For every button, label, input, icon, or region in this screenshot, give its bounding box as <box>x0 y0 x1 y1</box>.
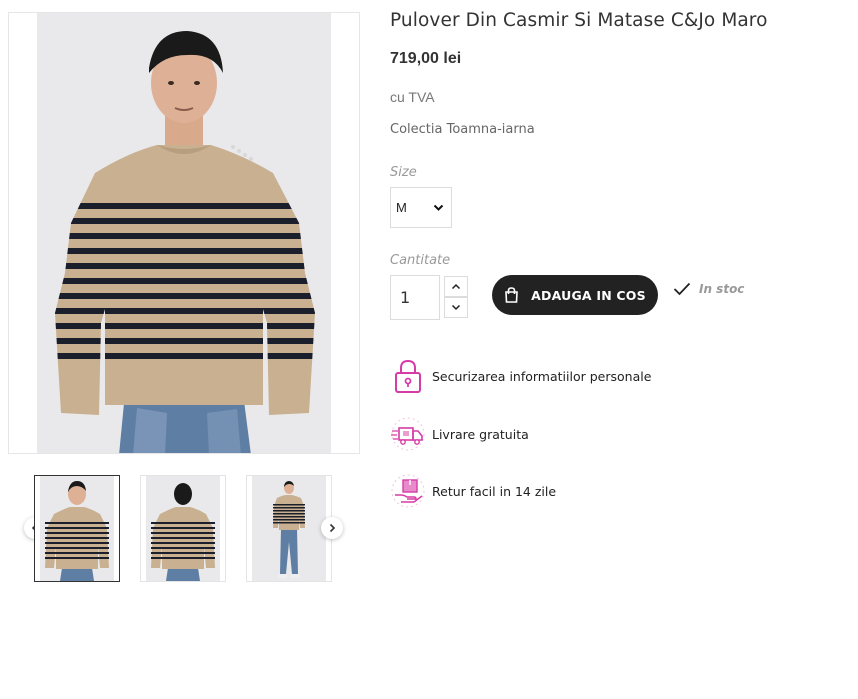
return-box-icon <box>391 474 425 508</box>
collection-label: Colectia Toamna-iarna <box>390 122 535 137</box>
tax-note: cu TVA <box>390 89 435 105</box>
quantity-label: Cantitate <box>390 253 451 268</box>
benefit-secure-data: Securizarea informatiilor personale <box>390 358 651 394</box>
main-product-image[interactable] <box>8 12 360 454</box>
benefit-free-delivery-text: Livrare gratuita <box>432 426 529 442</box>
stock-label: In stoc <box>699 282 745 296</box>
shopping-bag-icon <box>505 287 519 303</box>
size-label: Size <box>390 165 417 180</box>
delivery-truck-icon <box>391 417 425 451</box>
product-title: Pulover Din Casmir Si Matase C&Jo Maro <box>390 10 768 31</box>
thumbnail-front[interactable] <box>34 475 120 582</box>
thumbnail-back-image <box>146 476 220 581</box>
thumbnail-full-body[interactable] <box>246 475 332 582</box>
size-select[interactable]: M <box>390 187 452 228</box>
benefit-free-delivery: Livrare gratuita <box>390 416 529 452</box>
add-to-cart-label: ADAUGA IN COS <box>531 287 646 303</box>
quantity-increase-button[interactable] <box>444 276 468 297</box>
benefit-secure-data-text: Securizarea informatiilor personale <box>432 368 652 384</box>
quantity-input[interactable]: 1 <box>390 275 440 320</box>
product-price: 719,00 lei <box>390 50 462 67</box>
model-front-illustration <box>37 13 331 453</box>
add-to-cart-button[interactable]: ADAUGA IN COS <box>492 275 658 315</box>
thumbnail-back[interactable] <box>140 475 226 582</box>
product-photo-front <box>37 13 331 453</box>
benefit-easy-return: Retur facil in 14 zile <box>390 473 556 509</box>
chevron-down-icon <box>433 204 444 211</box>
thumbnail-full-body-image <box>252 476 326 581</box>
padlock-icon <box>395 359 421 393</box>
chevron-down-icon <box>451 304 461 311</box>
stock-status: In stoc <box>673 282 744 296</box>
benefit-easy-return-text: Retur facil in 14 zile <box>432 483 557 499</box>
chevron-up-icon <box>451 283 461 290</box>
gallery-next-button[interactable] <box>321 517 343 539</box>
chevron-right-icon <box>329 523 336 533</box>
quantity-decrease-button[interactable] <box>444 297 468 318</box>
size-selected-value: M <box>396 200 407 215</box>
checkmark-icon <box>673 282 691 296</box>
thumbnail-front-image <box>40 476 114 581</box>
